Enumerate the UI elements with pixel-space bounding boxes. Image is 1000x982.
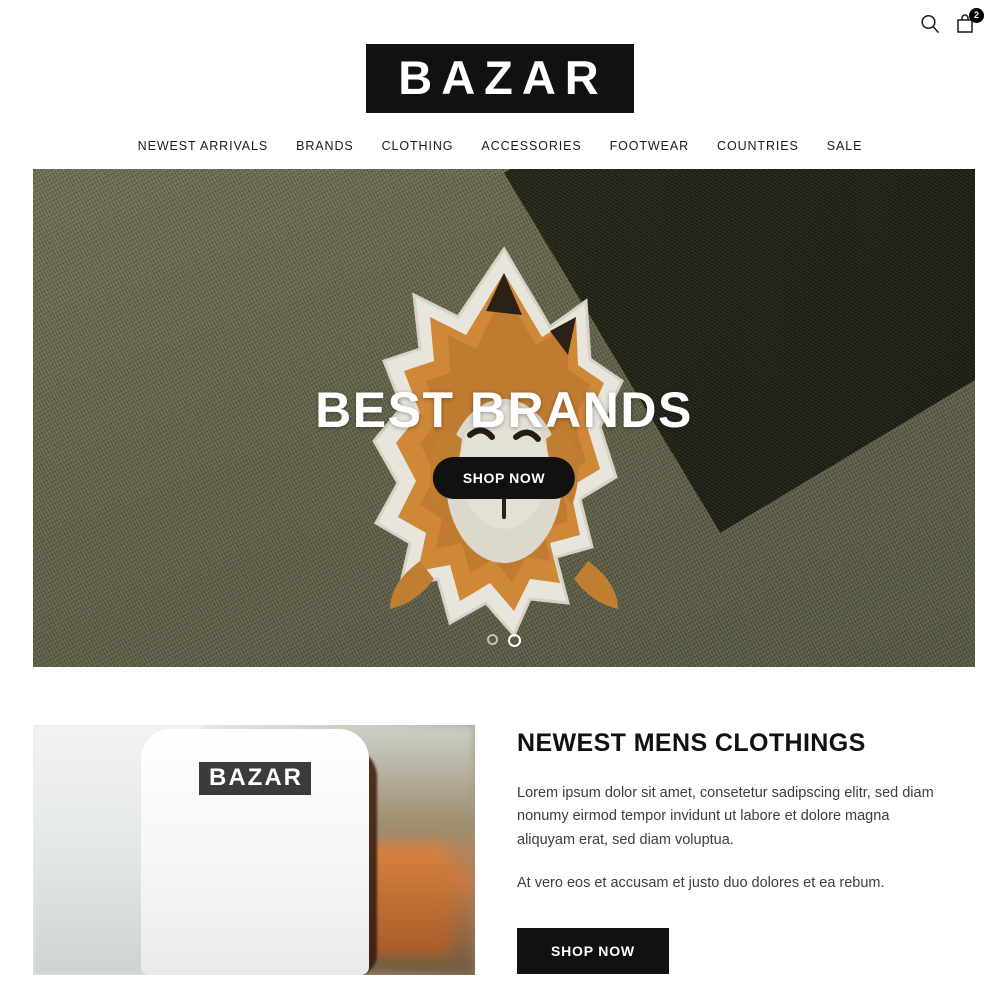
nav-item-sale[interactable]: SALE — [827, 139, 863, 153]
main-navigation: NEWEST ARRIVALS BRANDS CLOTHING ACCESSOR… — [0, 113, 1000, 169]
nav-item-brands[interactable]: BRANDS — [296, 139, 354, 153]
carousel-dot-2[interactable] — [508, 634, 521, 647]
header-actions: 2 — [918, 8, 984, 38]
nav-item-footwear[interactable]: FOOTWEAR — [610, 139, 689, 153]
nav-item-newest-arrivals[interactable]: NEWEST ARRIVALS — [138, 139, 268, 153]
fox-patch-image — [372, 246, 624, 638]
tshirt-logo: BAZAR — [199, 762, 311, 795]
image-background-pot — [365, 845, 451, 955]
white-tshirt: BAZAR — [141, 729, 369, 975]
shopping-bag-icon[interactable]: 2 — [954, 8, 984, 38]
hero-shop-now-button[interactable]: SHOP NOW — [432, 457, 576, 499]
carousel-dot-1[interactable] — [487, 634, 498, 645]
feature-paragraph-1: Lorem ipsum dolor sit amet, consetetur s… — [517, 785, 934, 848]
nav-item-countries[interactable]: COUNTRIES — [717, 139, 799, 153]
feature-paragraph-2: At vero eos et accusam et justo duo dolo… — [517, 875, 885, 892]
logo-container: BAZAR — [0, 40, 1000, 113]
feature-text-block: NEWEST MENS CLOTHINGS Lorem ipsum dolor … — [517, 725, 949, 975]
search-icon[interactable] — [918, 12, 942, 38]
nav-item-clothing[interactable]: CLOTHING — [382, 139, 454, 153]
feature-product-image[interactable]: BAZAR — [33, 725, 475, 975]
feature-section: BAZAR NEWEST MENS CLOTHINGS Lorem ipsum … — [33, 725, 975, 975]
top-utility-bar: 2 — [0, 0, 1000, 40]
site-logo[interactable]: BAZAR — [366, 44, 634, 113]
nav-item-accessories[interactable]: ACCESSORIES — [481, 139, 581, 153]
carousel-dots — [33, 634, 975, 647]
cart-count-badge: 2 — [969, 8, 984, 23]
hero-title: BEST BRANDS — [315, 382, 693, 438]
feature-shop-now-button[interactable]: SHOP NOW — [517, 927, 669, 974]
feature-heading: NEWEST MENS CLOTHINGS — [517, 729, 866, 757]
hero-carousel: BEST BRANDS SHOP NOW — [33, 169, 975, 667]
